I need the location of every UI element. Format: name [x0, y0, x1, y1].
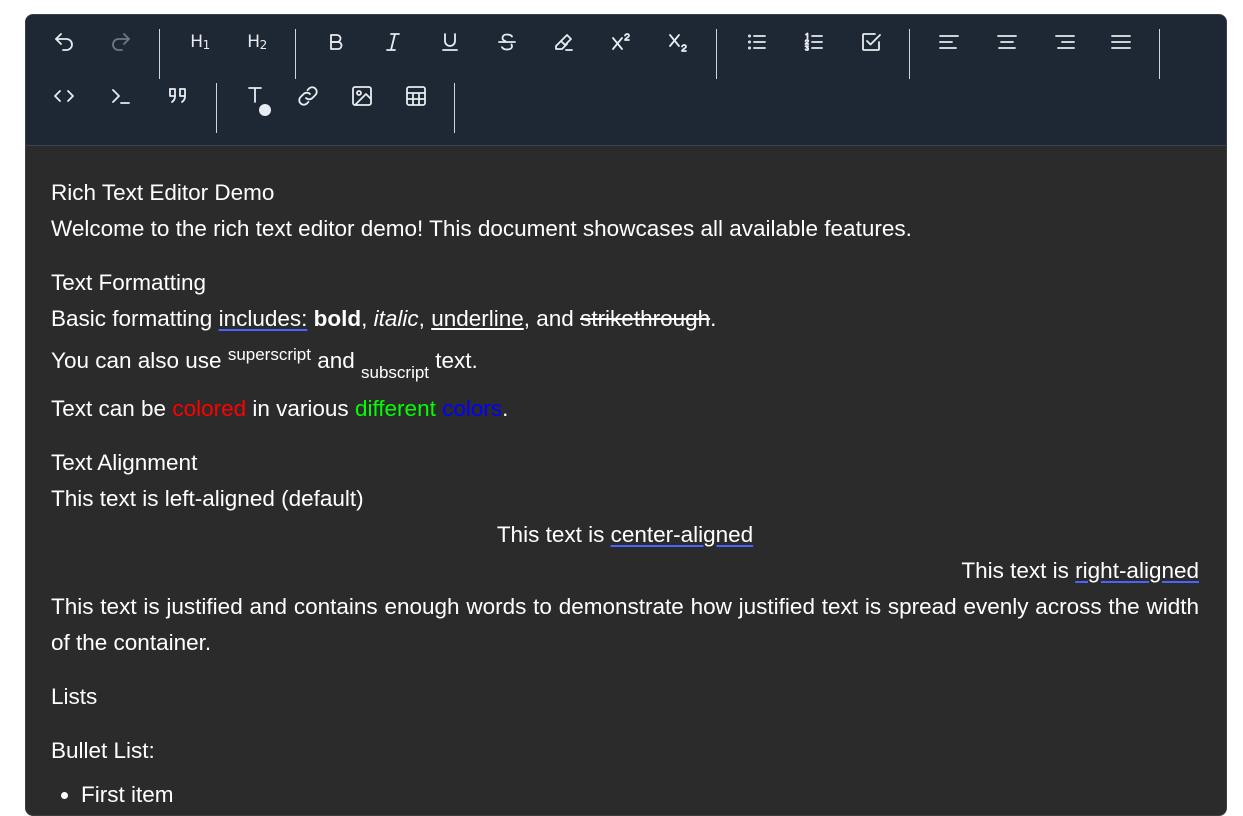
- color-swatch: [259, 104, 271, 116]
- subscript-text: subscript: [361, 363, 430, 382]
- italic-button[interactable]: [376, 26, 410, 58]
- image-button[interactable]: [345, 80, 379, 112]
- spellcheck-word: includes:: [218, 306, 308, 331]
- formatting-heading: Text Formatting: [51, 270, 207, 295]
- bullet-list: First item: [51, 777, 1199, 813]
- subscript-icon: [669, 34, 687, 52]
- editor-content[interactable]: Rich Text Editor Demo Welcome to the ric…: [51, 175, 1199, 813]
- blue-text: colors: [442, 396, 503, 421]
- checkbox-icon: [862, 33, 881, 51]
- inline-code-button[interactable]: [47, 80, 81, 112]
- link-button[interactable]: [291, 80, 325, 112]
- italic-icon: [386, 33, 400, 51]
- justified-text: This text is justified and contains enou…: [51, 594, 1199, 655]
- toolbar-separator: [159, 29, 160, 79]
- align-left-icon: [939, 35, 959, 49]
- toolbar-row-2: [26, 80, 1226, 134]
- highlight-button[interactable]: [547, 26, 581, 58]
- underlined-text: underline: [431, 306, 524, 331]
- superscript-icon: [612, 33, 630, 50]
- bullet-list-button[interactable]: [740, 26, 774, 58]
- undo-icon: [55, 33, 73, 51]
- toolbar-row-1: H1 H2: [26, 26, 1226, 80]
- align-justify-icon: [1111, 35, 1131, 49]
- left-aligned-text: This text is left-aligned (default): [51, 486, 364, 511]
- blockquote-button[interactable]: [161, 80, 195, 112]
- undo-button[interactable]: [47, 26, 81, 58]
- align-right-icon: [1055, 35, 1075, 49]
- strikethrough-button[interactable]: [490, 26, 524, 58]
- bold-icon: [330, 34, 343, 50]
- table-icon: [406, 86, 426, 106]
- align-justify-button[interactable]: [1104, 26, 1138, 58]
- quote-icon: [169, 88, 186, 103]
- toolbar-separator: [454, 83, 455, 133]
- bold-text: bold: [313, 306, 362, 331]
- toolbar-separator: [295, 29, 296, 79]
- bold-button[interactable]: [319, 26, 353, 58]
- toolbar-separator: [716, 29, 717, 79]
- heading-2-icon: H2: [247, 32, 267, 52]
- subscript-button[interactable]: [661, 26, 695, 58]
- heading-2-button[interactable]: H2: [240, 26, 274, 58]
- ordered-list-button[interactable]: [797, 26, 831, 58]
- highlighter-icon: [555, 34, 573, 51]
- lists-heading: Lists: [51, 684, 98, 709]
- strikethrough-text: strikethrough: [580, 306, 711, 331]
- rich-text-editor: H1 H2 Rich Text Editor Demo Welcome to t…: [25, 14, 1227, 816]
- redo-icon: [112, 33, 130, 51]
- center-aligned-text: This text is center-aligned: [496, 522, 754, 547]
- superscript-text: superscript: [227, 345, 311, 364]
- bullet-list-icon: [748, 34, 766, 50]
- task-list-button[interactable]: [854, 26, 888, 58]
- superscript-button[interactable]: [604, 26, 638, 58]
- editor-toolbar: H1 H2: [26, 15, 1226, 146]
- code-icon: [54, 90, 74, 102]
- align-left-button[interactable]: [932, 26, 966, 58]
- toolbar-separator: [216, 83, 217, 133]
- right-aligned-text: This text is right-aligned: [961, 558, 1199, 583]
- toolbar-separator: [909, 29, 910, 79]
- alignment-heading: Text Alignment: [51, 450, 198, 475]
- formatting-line-2: You can also use superscript and subscri…: [51, 345, 478, 382]
- link-icon: [298, 86, 318, 106]
- text-color-button[interactable]: [239, 80, 273, 116]
- ordered-list-icon: [804, 32, 823, 51]
- intro-paragraph: Welcome to the rich text editor demo! Th…: [51, 216, 912, 241]
- list-item: First item: [81, 777, 1199, 813]
- toolbar-separator: [1159, 29, 1160, 79]
- align-right-button[interactable]: [1048, 26, 1082, 58]
- underline-icon: [442, 33, 458, 51]
- strikethrough-icon: [498, 33, 516, 51]
- red-text: colored: [172, 396, 247, 421]
- table-button[interactable]: [399, 80, 433, 112]
- terminal-icon: [112, 89, 130, 104]
- italic-text: italic: [373, 306, 419, 331]
- redo-button[interactable]: [104, 26, 138, 58]
- formatting-line-1: Basic formatting includes: bold, italic,…: [51, 306, 717, 331]
- code-block-button[interactable]: [104, 80, 138, 112]
- heading-1-button[interactable]: H1: [183, 26, 217, 58]
- align-center-icon: [997, 35, 1017, 49]
- align-center-button[interactable]: [990, 26, 1024, 58]
- bullet-list-heading: Bullet List:: [51, 738, 155, 763]
- underline-button[interactable]: [433, 26, 467, 58]
- green-text: different: [354, 396, 436, 421]
- document-title: Rich Text Editor Demo: [51, 180, 275, 205]
- image-icon: [352, 86, 372, 106]
- formatting-line-3: Text can be colored in various different…: [51, 396, 509, 421]
- heading-1-icon: H1: [190, 32, 210, 52]
